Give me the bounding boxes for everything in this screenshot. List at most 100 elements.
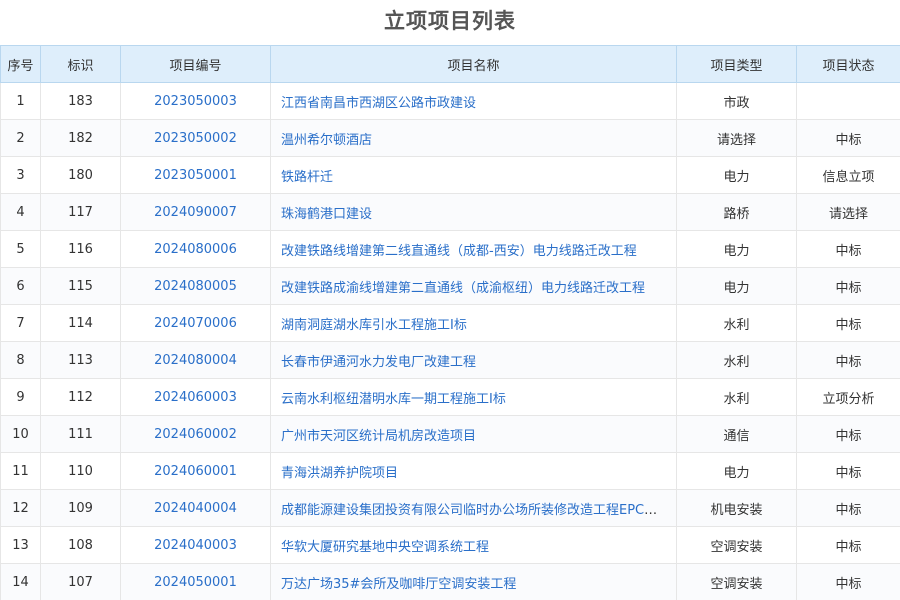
cell-code-link[interactable]: 2023050001: [154, 168, 237, 183]
cell-name[interactable]: 广州市天河区统计局机房改造项目: [270, 415, 677, 453]
cell-id: 107: [40, 563, 121, 600]
table-row[interactable]: 6 115 2024080005 改建铁路成渝线增建第二直通线（成渝枢纽）电力线路迁改…: [0, 267, 900, 305]
table-header-row: 序号 标识 项目编号 项目名称 项目类型 项目状态: [0, 45, 900, 83]
cell-id: 180: [40, 156, 121, 194]
cell-name-link[interactable]: 江西省南昌市西湖区公路市政建设: [281, 96, 476, 111]
cell-code-link[interactable]: 2024070006: [154, 316, 237, 331]
cell-seq: 11: [0, 452, 41, 490]
cell-code[interactable]: 2023050002: [120, 119, 271, 157]
cell-status: 中标: [796, 415, 900, 453]
table-row[interactable]: 11 110 2024060001 青海洪湖养护院项目 电力 中标: [0, 452, 900, 490]
cell-code[interactable]: 2023050003: [120, 82, 271, 120]
cell-code[interactable]: 2024080004: [120, 341, 271, 379]
cell-name-link[interactable]: 温州希尔顿酒店: [281, 133, 372, 148]
cell-name-link[interactable]: 湖南洞庭湖水库引水工程施工I标: [281, 318, 467, 333]
table-row[interactable]: 14 107 2024050001 万达广场35#会所及咖啡厅空调安装工程 空调安装 中标: [0, 563, 900, 600]
cell-code-link[interactable]: 2024080005: [154, 279, 237, 294]
cell-code[interactable]: 2024040004: [120, 489, 271, 527]
table-row[interactable]: 8 113 2024080004 长春市伊通河水力发电厂改建工程 水利 中标: [0, 341, 900, 379]
cell-code-link[interactable]: 2024060003: [154, 390, 237, 405]
cell-name-link[interactable]: 铁路杆迁: [281, 170, 333, 185]
cell-type: 电力: [676, 452, 797, 490]
cell-code[interactable]: 2024070006: [120, 304, 271, 342]
cell-seq: 10: [0, 415, 41, 453]
table-row[interactable]: 1 183 2023050003 江西省南昌市西湖区公路市政建设 市政: [0, 82, 900, 120]
cell-name[interactable]: 成都能源建设集团投资有限公司临时办公场所装修改造工程EPC总承包: [270, 489, 677, 527]
cell-code[interactable]: 2024060001: [120, 452, 271, 490]
cell-code[interactable]: 2024060003: [120, 378, 271, 416]
cell-type: 空调安装: [676, 563, 797, 600]
cell-code[interactable]: 2023050001: [120, 156, 271, 194]
cell-name-link[interactable]: 万达广场35#会所及咖啡厅空调安装工程: [281, 577, 516, 592]
project-table: 序号 标识 项目编号 项目名称 项目类型 项目状态 1 183 2023050003…: [0, 45, 900, 600]
table-row[interactable]: 13 108 2024040003 华软大厦研究基地中央空调系统工程 空调安装 中标: [0, 526, 900, 564]
cell-code-link[interactable]: 2024080006: [154, 242, 237, 257]
cell-name[interactable]: 青海洪湖养护院项目: [270, 452, 677, 490]
cell-name-link[interactable]: 成都能源建设集团投资有限公司临时办公场所装修改造工程EPC总承包: [281, 503, 676, 518]
cell-name-link[interactable]: 云南水利枢纽潜明水库一期工程施工I标: [281, 392, 506, 407]
cell-code-link[interactable]: 2024060002: [154, 427, 237, 442]
header-code: 项目编号: [120, 45, 271, 83]
cell-seq: 4: [0, 193, 41, 231]
cell-name[interactable]: 华软大厦研究基地中央空调系统工程: [270, 526, 677, 564]
table-row[interactable]: 12 109 2024040004 成都能源建设集团投资有限公司临时办公场所装修改造工…: [0, 489, 900, 527]
cell-status: 立项分析: [796, 378, 900, 416]
cell-status: 中标: [796, 489, 900, 527]
cell-name[interactable]: 长春市伊通河水力发电厂改建工程: [270, 341, 677, 379]
cell-name-link[interactable]: 改建铁路线增建第二线直通线（成都-西安）电力线路迁改工程: [281, 244, 637, 259]
cell-code-link[interactable]: 2024050001: [154, 575, 237, 590]
table-row[interactable]: 2 182 2023050002 温州希尔顿酒店 请选择 中标: [0, 119, 900, 157]
cell-seq: 5: [0, 230, 41, 268]
cell-name-link[interactable]: 广州市天河区统计局机房改造项目: [281, 429, 476, 444]
cell-name-link[interactable]: 长春市伊通河水力发电厂改建工程: [281, 355, 476, 370]
cell-code[interactable]: 2024080005: [120, 267, 271, 305]
cell-code-link[interactable]: 2024090007: [154, 205, 237, 220]
cell-status: 中标: [796, 563, 900, 600]
cell-name-link[interactable]: 珠海鹤港口建设: [281, 207, 372, 222]
cell-code-link[interactable]: 2023050002: [154, 131, 237, 146]
cell-id: 112: [40, 378, 121, 416]
cell-code[interactable]: 2024050001: [120, 563, 271, 600]
cell-code-link[interactable]: 2024040003: [154, 538, 237, 553]
cell-name-link[interactable]: 青海洪湖养护院项目: [281, 466, 398, 481]
table-row[interactable]: 5 116 2024080006 改建铁路线增建第二线直通线（成都-西安）电力线路迁改…: [0, 230, 900, 268]
cell-id: 116: [40, 230, 121, 268]
table-row[interactable]: 10 111 2024060002 广州市天河区统计局机房改造项目 通信 中标: [0, 415, 900, 453]
cell-seq: 9: [0, 378, 41, 416]
cell-type: 电力: [676, 230, 797, 268]
cell-name[interactable]: 改建铁路成渝线增建第二直通线（成渝枢纽）电力线路迁改工程: [270, 267, 677, 305]
table-row[interactable]: 7 114 2024070006 湖南洞庭湖水库引水工程施工I标 水利 中标: [0, 304, 900, 342]
table-row[interactable]: 3 180 2023050001 铁路杆迁 电力 信息立项: [0, 156, 900, 194]
cell-code-link[interactable]: 2024080004: [154, 353, 237, 368]
cell-code[interactable]: 2024080006: [120, 230, 271, 268]
cell-type: 机电安装: [676, 489, 797, 527]
cell-code-link[interactable]: 2023050003: [154, 94, 237, 109]
cell-id: 115: [40, 267, 121, 305]
cell-code-link[interactable]: 2024040004: [154, 501, 237, 516]
cell-id: 109: [40, 489, 121, 527]
header-name: 项目名称: [270, 45, 677, 83]
cell-name[interactable]: 铁路杆迁: [270, 156, 677, 194]
cell-name[interactable]: 万达广场35#会所及咖啡厅空调安装工程: [270, 563, 677, 600]
table-row[interactable]: 4 117 2024090007 珠海鹤港口建设 路桥 请选择: [0, 193, 900, 231]
cell-code[interactable]: 2024060002: [120, 415, 271, 453]
cell-status: 中标: [796, 230, 900, 268]
cell-seq: 8: [0, 341, 41, 379]
cell-code[interactable]: 2024090007: [120, 193, 271, 231]
cell-seq: 13: [0, 526, 41, 564]
cell-name[interactable]: 云南水利枢纽潜明水库一期工程施工I标: [270, 378, 677, 416]
cell-seq: 1: [0, 82, 41, 120]
cell-code-link[interactable]: 2024060001: [154, 464, 237, 479]
table-row[interactable]: 9 112 2024060003 云南水利枢纽潜明水库一期工程施工I标 水利 立项分析: [0, 378, 900, 416]
cell-name[interactable]: 改建铁路线增建第二线直通线（成都-西安）电力线路迁改工程: [270, 230, 677, 268]
cell-name[interactable]: 湖南洞庭湖水库引水工程施工I标: [270, 304, 677, 342]
cell-name-link[interactable]: 改建铁路成渝线增建第二直通线（成渝枢纽）电力线路迁改工程: [281, 281, 645, 296]
cell-name[interactable]: 珠海鹤港口建设: [270, 193, 677, 231]
cell-name[interactable]: 江西省南昌市西湖区公路市政建设: [270, 82, 677, 120]
cell-code[interactable]: 2024040003: [120, 526, 271, 564]
cell-type: 水利: [676, 378, 797, 416]
cell-id: 183: [40, 82, 121, 120]
cell-name-link[interactable]: 华软大厦研究基地中央空调系统工程: [281, 540, 489, 555]
cell-name[interactable]: 温州希尔顿酒店: [270, 119, 677, 157]
cell-type: 电力: [676, 267, 797, 305]
